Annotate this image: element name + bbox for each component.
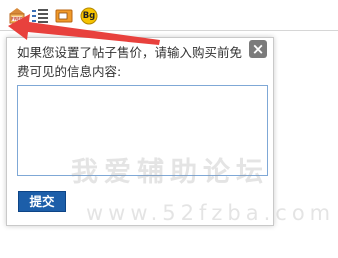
close-button[interactable]: × [249,40,267,58]
editor-toolbar: FREE Bg [0,0,338,31]
free-icon[interactable]: FREE [8,7,26,25]
image-frame-icon[interactable] [55,7,73,25]
svg-text:FREE: FREE [11,16,23,21]
free-content-textarea[interactable] [17,85,268,176]
dialog-prompt-text: 如果您设置了帖子售价，请输入购买前免费可见的信息内容: [17,45,243,79]
bg-badge-label: Bg [82,11,96,21]
submit-button[interactable]: 提交 [18,191,66,212]
bg-badge-icon[interactable]: Bg [80,7,98,25]
indent-list-icon[interactable] [31,7,49,25]
